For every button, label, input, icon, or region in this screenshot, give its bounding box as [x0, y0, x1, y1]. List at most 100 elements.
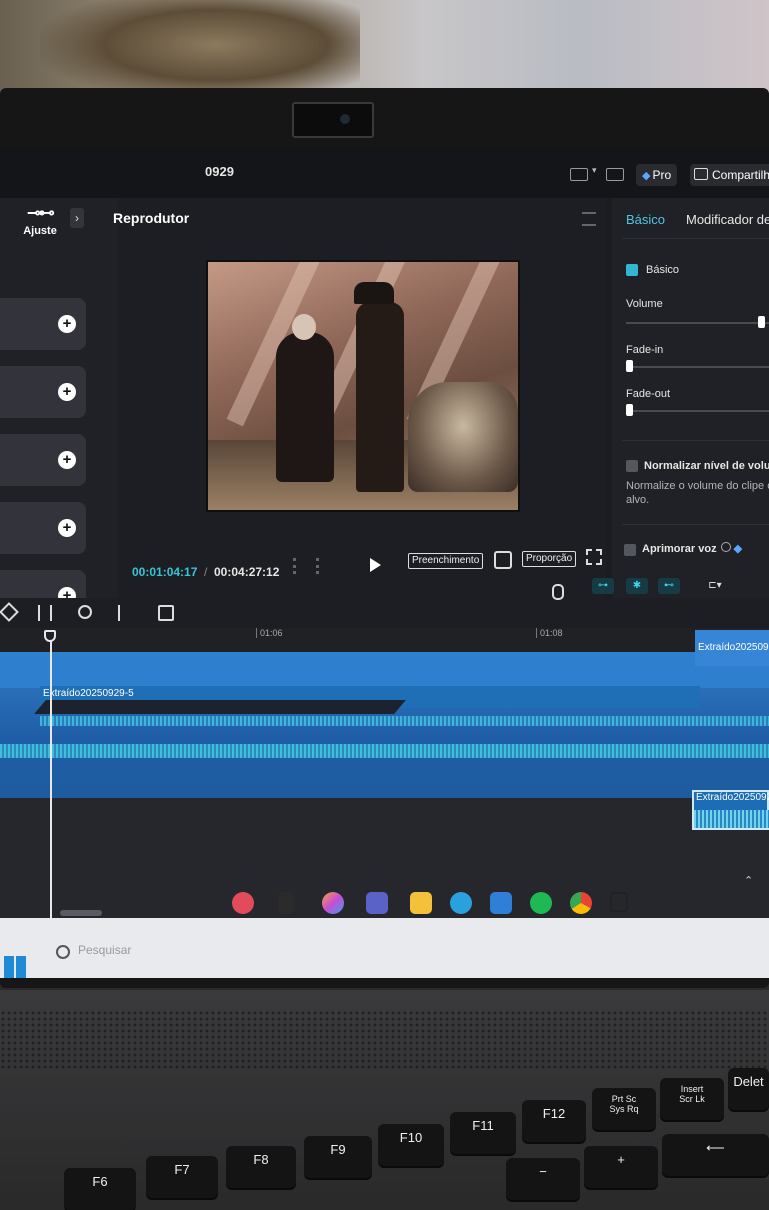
file-explorer-icon[interactable]	[410, 892, 432, 914]
timeline[interactable]: 01:06 01:08 Extraído20250929- Extraído20…	[0, 628, 769, 918]
video-track[interactable]	[0, 652, 769, 688]
auto-icon[interactable]: ✱	[626, 578, 648, 594]
aspect-ratio-button[interactable]: Proporção	[522, 551, 577, 567]
fullscreen-icon[interactable]	[586, 549, 602, 565]
webcam-cover	[292, 102, 374, 138]
health-app-icon[interactable]	[232, 892, 254, 914]
video-preview[interactable]	[206, 260, 520, 512]
video-figure-hat	[354, 282, 394, 304]
focus-icon[interactable]	[494, 551, 512, 569]
current-timecode: 00:01:04:17	[132, 565, 198, 579]
clip-volume-ramp	[34, 700, 406, 714]
search-icon[interactable]	[56, 945, 70, 959]
key-backspace: ⟵	[662, 1134, 769, 1176]
l-app-icon[interactable]	[278, 892, 294, 914]
pro-button[interactable]: ◆ Pro	[636, 164, 678, 186]
normalize-label: Normalizar nível de volume	[644, 460, 769, 472]
snap-icon[interactable]: ⊷	[658, 578, 680, 594]
divider	[622, 440, 769, 441]
playhead-handle[interactable]	[44, 630, 56, 642]
timecode-separator: /	[204, 565, 208, 579]
add-icon[interactable]: +	[58, 383, 76, 401]
key-label: +	[617, 1152, 625, 1167]
fade-out-slider[interactable]	[626, 410, 769, 412]
volume-slider[interactable]	[626, 322, 769, 324]
clip-main-label: Extraído20250929-5	[43, 688, 134, 699]
basic-checkbox[interactable]	[626, 264, 638, 276]
chevron-down-icon[interactable]: ▾	[592, 165, 597, 176]
key-label: Delet	[733, 1074, 764, 1089]
share-button[interactable]: Compartilha	[690, 164, 769, 186]
copilot-icon[interactable]	[322, 892, 344, 914]
media-card[interactable]: +	[0, 366, 86, 418]
ruler-tick	[536, 628, 537, 638]
total-timecode: 00:04:27:12	[214, 565, 280, 579]
video-figure-head	[292, 314, 316, 340]
diamond-icon: ◆	[642, 170, 651, 182]
grid-icon[interactable]	[293, 558, 319, 574]
key-label: F10	[399, 1130, 423, 1145]
add-icon[interactable]: +	[58, 315, 76, 333]
fade-in-slider[interactable]	[626, 366, 769, 368]
key-label: F9	[330, 1142, 346, 1157]
enhance-voice-checkbox[interactable]	[624, 544, 636, 556]
fade-out-label: Fade-out	[626, 388, 671, 400]
microphone-icon[interactable]	[552, 584, 564, 600]
store-icon[interactable]	[490, 892, 512, 914]
normalize-checkbox[interactable]	[626, 460, 638, 472]
playhead[interactable]	[50, 640, 52, 918]
chevron-up-icon[interactable]: ⌃	[744, 874, 753, 887]
volume-knob[interactable]	[758, 316, 765, 328]
laptop-screen: 0929 ▾ ◆Pro Compartilha ⊸⊷ Ajuste › + + …	[0, 148, 769, 978]
media-card[interactable]: +	[0, 434, 86, 486]
spotify-icon[interactable]	[530, 892, 552, 914]
horizontal-scrollbar[interactable]	[60, 910, 102, 916]
tab-basic[interactable]: Básico	[626, 212, 665, 227]
info-icon[interactable]	[720, 542, 731, 552]
ruler-tick	[256, 628, 257, 638]
key-label: F11	[472, 1118, 494, 1133]
play-icon[interactable]	[370, 558, 381, 572]
basic-section-label: Básico	[646, 264, 680, 276]
backspace-arrow-icon: ⟵	[706, 1140, 725, 1155]
chrome-icon[interactable]	[570, 892, 592, 914]
fade-in-knob[interactable]	[626, 360, 633, 372]
key-f10: F10	[378, 1124, 444, 1166]
chevron-right-icon[interactable]: ›	[70, 208, 84, 228]
add-icon[interactable]: +	[58, 519, 76, 537]
volume-label: Volume	[626, 298, 663, 310]
key-label: F8	[253, 1152, 269, 1167]
layout-icon[interactable]	[570, 168, 588, 181]
menu-icon[interactable]	[582, 212, 596, 226]
media-card[interactable]: +	[0, 502, 86, 554]
add-icon[interactable]: +	[58, 451, 76, 469]
crop-icon[interactable]	[0, 602, 19, 622]
split-icon[interactable]: ⊏▾	[700, 578, 730, 594]
magic-icon[interactable]	[78, 605, 92, 619]
tab-voice-modifier[interactable]: Modificador de v	[686, 212, 769, 227]
video-figure-woman	[276, 332, 334, 482]
ruler-label: 01:06	[260, 628, 283, 638]
edge-icon[interactable]	[450, 892, 472, 914]
adjust-icon[interactable]	[38, 605, 52, 621]
fill-button[interactable]: Preenchimento	[408, 553, 484, 569]
taskbar-search[interactable]: Pesquisar	[78, 943, 131, 957]
enhance-voice-label: Aprimorar voz ◆	[642, 542, 742, 555]
teams-icon[interactable]	[366, 892, 388, 914]
player-panel: Reprodutor 00:01:04:17 / 00:04:27:12 Pre…	[113, 198, 606, 598]
split-audio-icon[interactable]	[118, 605, 126, 621]
link-icon[interactable]: ⊶	[592, 578, 614, 594]
audio-waveform	[694, 810, 769, 828]
window-icon[interactable]	[606, 168, 624, 181]
webcam-lens	[340, 114, 350, 124]
ajuste-button[interactable]: ⊸⊷ Ajuste	[18, 203, 62, 237]
image-icon[interactable]	[158, 605, 174, 621]
clip-top-right-label: Extraído20250929-	[698, 642, 769, 653]
cat-in-background	[40, 0, 360, 100]
key-prtsc: Prt Sc Sys Rq	[592, 1088, 656, 1130]
windows-start-icon[interactable]	[4, 956, 26, 978]
fade-out-knob[interactable]	[626, 404, 633, 416]
media-card[interactable]: +	[0, 298, 86, 350]
key-f6: F6	[64, 1168, 136, 1210]
capcut-icon[interactable]	[610, 892, 628, 912]
